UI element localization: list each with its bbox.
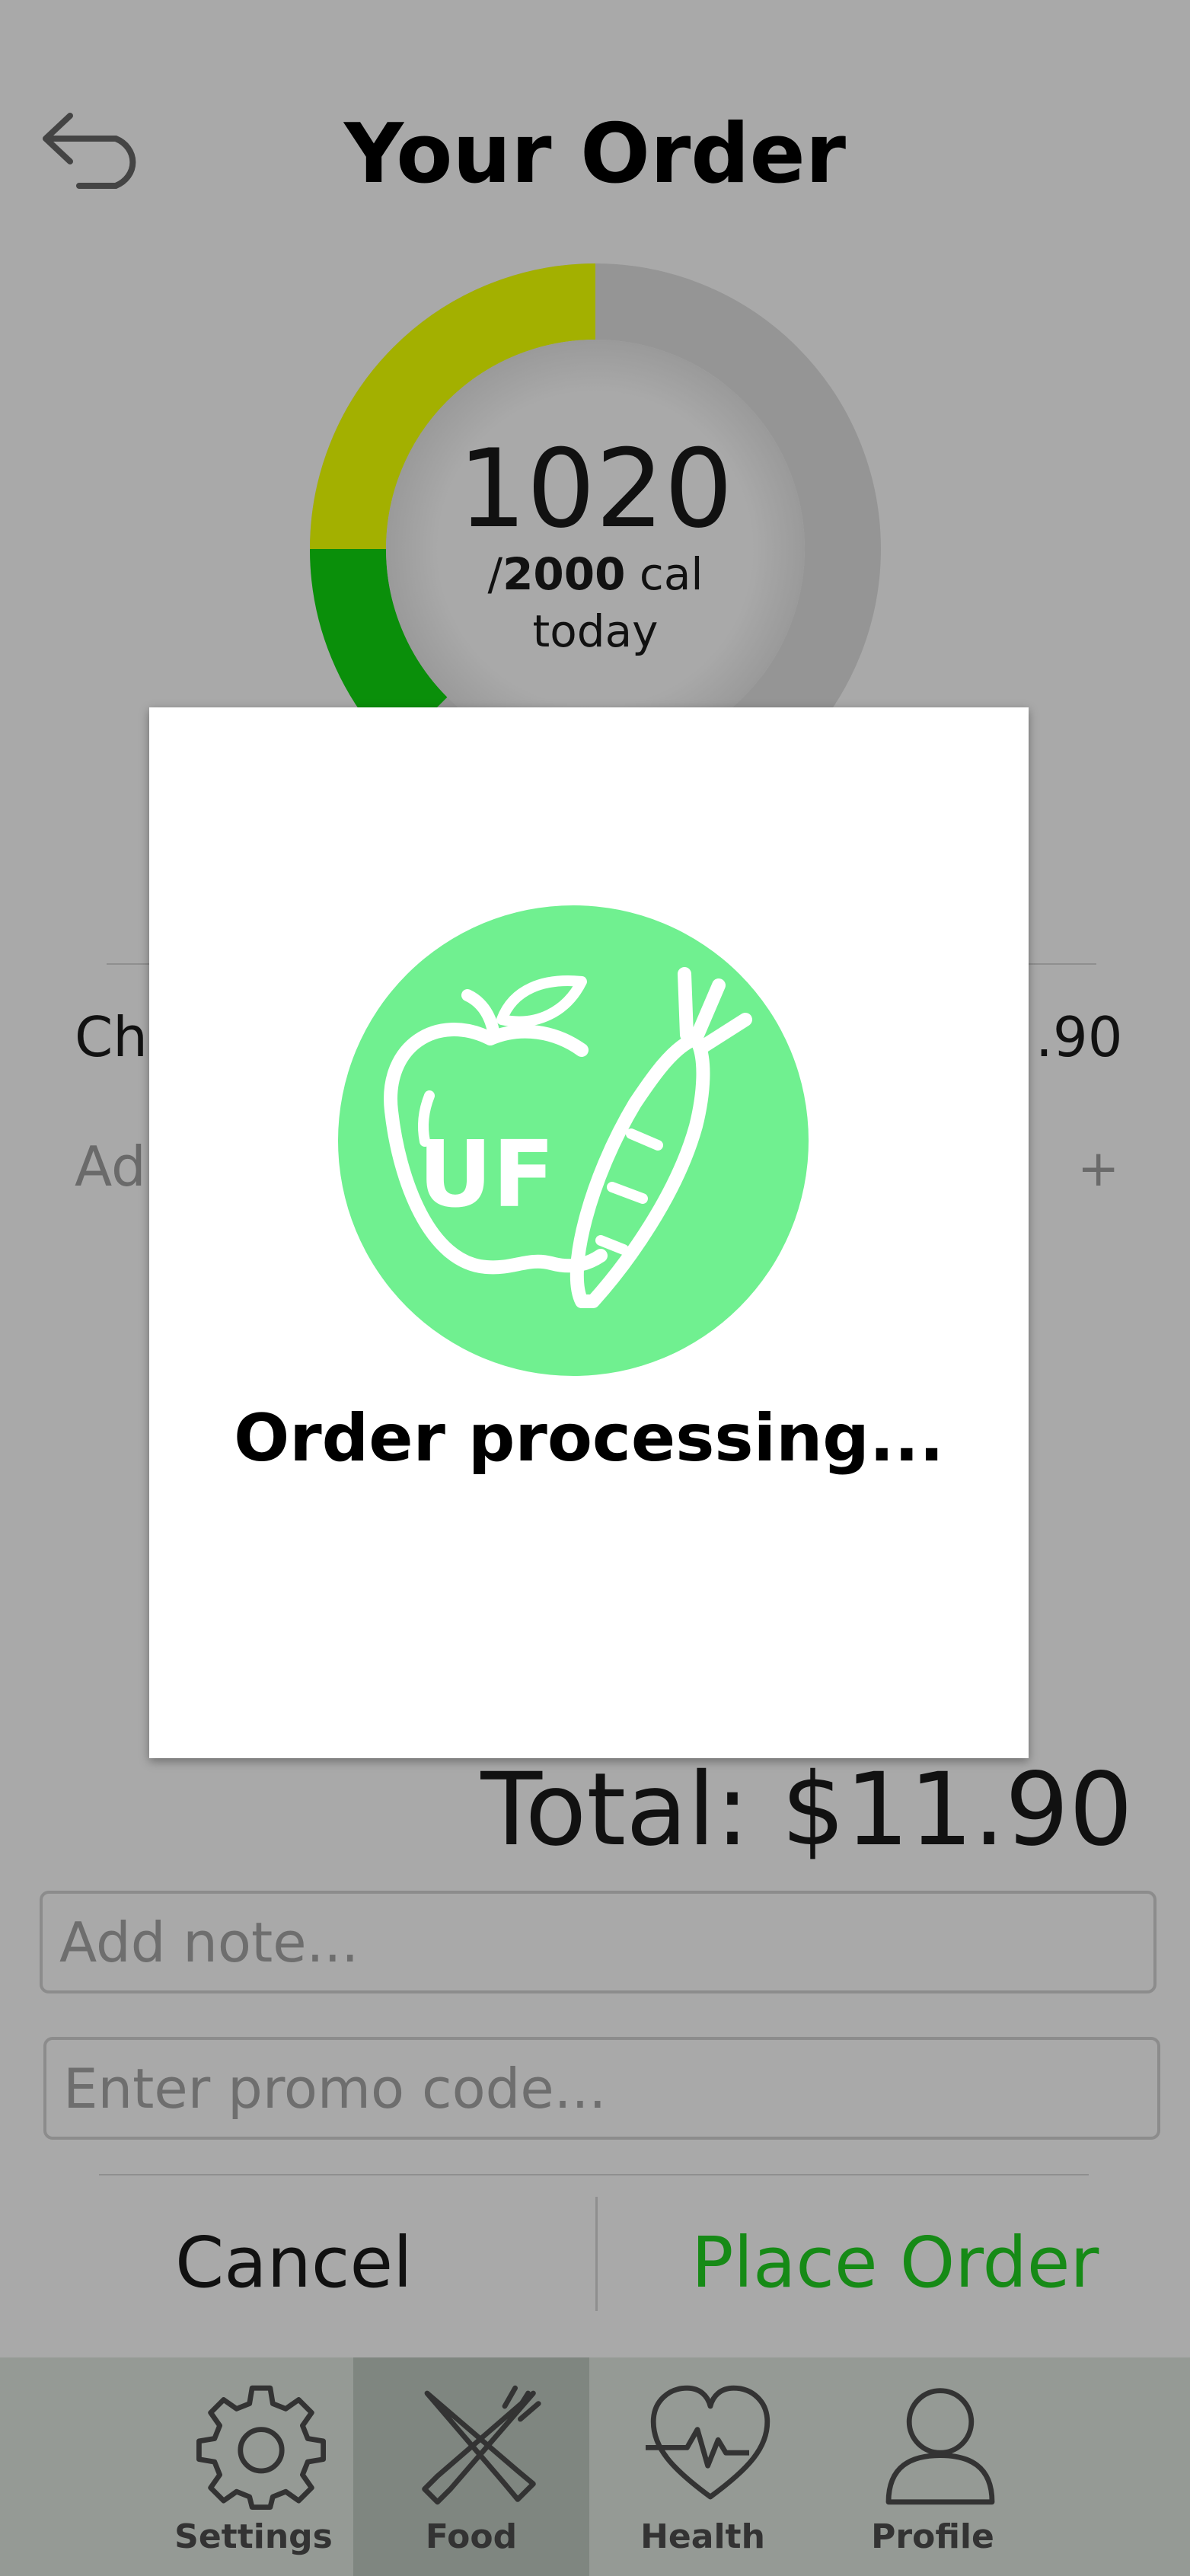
logo-text: UF xyxy=(418,1122,554,1228)
note-input[interactable]: Add note... xyxy=(40,1891,1157,1993)
page-title: Your Order xyxy=(343,107,847,202)
app-logo: UF xyxy=(338,905,809,1376)
calories-period: today xyxy=(532,605,659,657)
nav-label-settings: Settings xyxy=(174,2517,333,2556)
order-item-name: Ch xyxy=(75,1005,148,1069)
processing-message: Order processing... xyxy=(234,1400,944,1476)
divider xyxy=(99,2174,1089,2175)
calories-goal: 2000 xyxy=(502,548,626,600)
place-order-button[interactable]: Place Order xyxy=(691,2222,1099,2303)
order-total: Total: $11.90 xyxy=(480,1751,1133,1869)
heart-pulse-icon xyxy=(646,2385,770,2500)
nav-food[interactable]: Food xyxy=(353,2357,589,2576)
add-item-label[interactable]: Ad xyxy=(75,1135,146,1199)
nav-health[interactable]: Health xyxy=(585,2357,821,2576)
gear-icon xyxy=(196,2385,326,2510)
calories-slash: / xyxy=(487,548,503,600)
divider xyxy=(595,2197,598,2311)
fork-knife-icon xyxy=(422,2385,541,2505)
order-processing-modal: UF Order processing... xyxy=(149,707,1029,1758)
promo-code-input[interactable]: Enter promo code... xyxy=(43,2037,1160,2140)
nav-profile[interactable]: Profile xyxy=(815,2357,1051,2576)
order-item-price: .90 xyxy=(1035,1005,1123,1069)
bottom-nav: Settings Food Health Profile xyxy=(0,2357,1190,2576)
cancel-button[interactable]: Cancel xyxy=(175,2222,413,2303)
calories-unit: cal xyxy=(625,548,703,600)
person-icon xyxy=(885,2388,995,2505)
add-item-plus-icon[interactable]: + xyxy=(1077,1139,1119,1198)
calories-goal-line: /2000 cal xyxy=(310,548,881,600)
nav-label-profile: Profile xyxy=(871,2517,994,2556)
nav-label-food: Food xyxy=(425,2517,518,2556)
nav-label-health: Health xyxy=(640,2517,765,2556)
nav-settings[interactable]: Settings xyxy=(136,2357,372,2576)
calories-consumed: 1020 xyxy=(458,426,733,552)
